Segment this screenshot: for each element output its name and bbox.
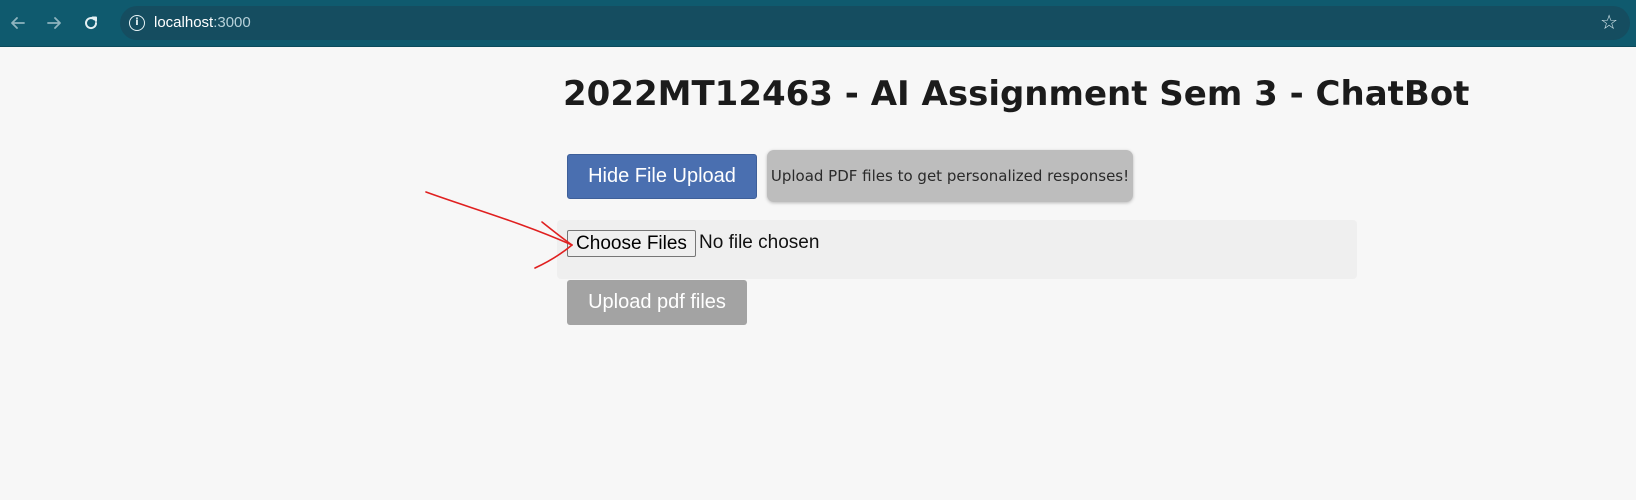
file-status-text: No file chosen <box>699 232 820 253</box>
arrow-right-icon <box>47 17 61 29</box>
upload-pdf-button[interactable]: Upload pdf files <box>567 280 747 325</box>
address-bar[interactable]: i localhost:3000 ☆ <box>120 6 1630 40</box>
forward-icon[interactable] <box>40 9 68 37</box>
url-text[interactable]: localhost:3000 <box>154 14 251 31</box>
hide-file-upload-button[interactable]: Hide File Upload <box>567 154 757 199</box>
url-host: localhost <box>154 14 214 31</box>
info-icon[interactable]: i <box>129 15 145 31</box>
arrow-left-icon <box>11 17 25 29</box>
star-icon[interactable]: ☆ <box>1600 10 1618 34</box>
choose-files-button[interactable]: Choose Files <box>567 230 696 257</box>
upload-tip-text: Upload PDF files to get personalized res… <box>770 167 1130 185</box>
url-port: :3000 <box>213 14 251 31</box>
upload-tip-box: Upload PDF files to get personalized res… <box>767 150 1133 202</box>
arrow-shaft <box>425 191 573 246</box>
back-icon[interactable] <box>4 9 32 37</box>
reload-arrow-icon <box>85 16 98 30</box>
page-title: 2022MT12463 - AI Assignment Sem 3 - Chat… <box>563 74 1470 114</box>
browser-toolbar: i localhost:3000 ☆ <box>0 0 1636 47</box>
reload-icon[interactable] <box>77 9 105 37</box>
